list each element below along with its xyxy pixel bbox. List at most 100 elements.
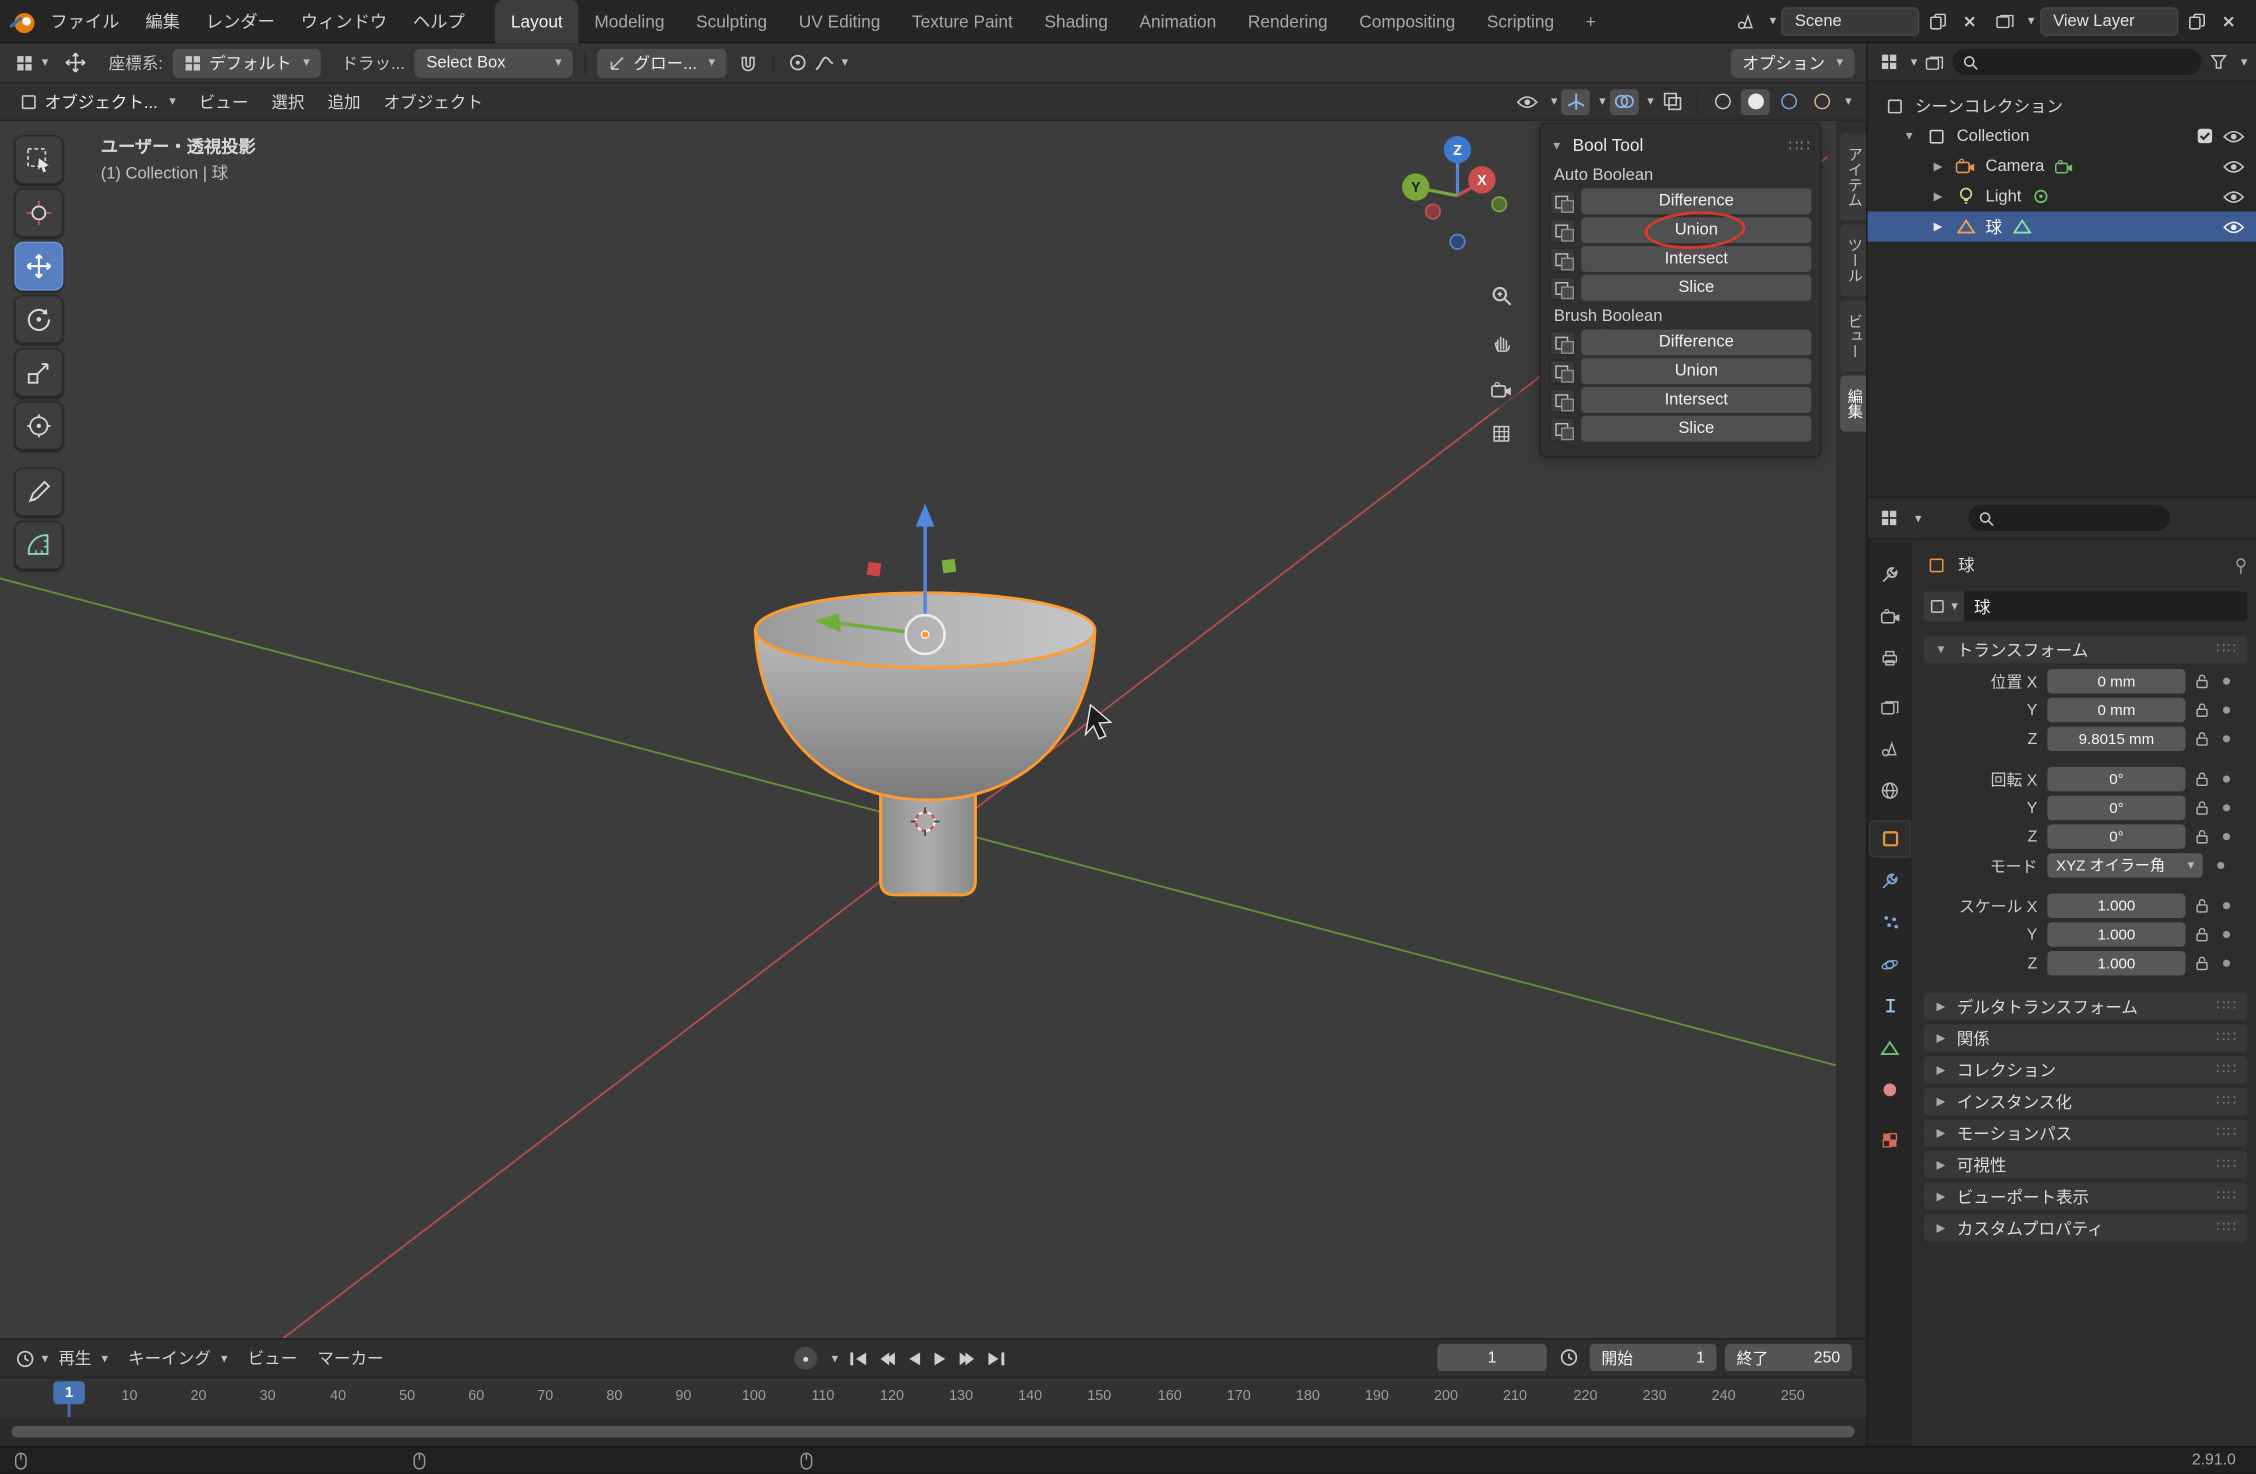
snap-to-dropdown[interactable]: グロー... ▾ bbox=[598, 48, 727, 77]
timeline-view-menu[interactable]: ビュー bbox=[238, 1347, 308, 1370]
collapse-icon[interactable]: ▼ bbox=[1550, 139, 1564, 152]
navigation-gizmo[interactable]: Z Y X bbox=[1402, 136, 1506, 249]
tab-render-properties[interactable] bbox=[1870, 599, 1909, 634]
lock-icon[interactable] bbox=[2196, 955, 2209, 971]
brush-slice-button[interactable]: Slice bbox=[1581, 416, 1811, 442]
outliner-display-mode-icon[interactable] bbox=[1922, 49, 1948, 75]
chevron-down-icon[interactable]: ▾ bbox=[1911, 54, 1918, 70]
tab-particle-properties[interactable] bbox=[1870, 905, 1909, 940]
new-scene-icon[interactable] bbox=[1926, 8, 1952, 34]
hide-eye-icon[interactable] bbox=[2223, 129, 2245, 143]
show-gizmo-toggle[interactable] bbox=[1562, 88, 1591, 114]
sidebar-tab-view[interactable]: ビュー bbox=[1840, 300, 1866, 371]
chevron-down-icon[interactable]: ▾ bbox=[42, 55, 49, 71]
auto-difference-button[interactable]: Difference bbox=[1581, 188, 1811, 214]
tab-output-properties[interactable] bbox=[1870, 640, 1909, 675]
transform-section-header[interactable]: ▼ トランスフォーム ∷∷ bbox=[1924, 636, 2248, 663]
chevron-down-icon[interactable]: ▾ bbox=[2241, 54, 2248, 70]
orientation-dropdown[interactable]: デフォルト ▾ bbox=[173, 48, 321, 77]
scale-x-field[interactable]: 1.000 bbox=[2047, 893, 2185, 917]
exclude-checkbox[interactable] bbox=[2197, 128, 2213, 144]
workspace-tab-rendering[interactable]: Rendering bbox=[1232, 0, 1343, 42]
menu-render[interactable]: レンダー bbox=[193, 0, 288, 42]
horizontal-scrollbar[interactable] bbox=[12, 1426, 1855, 1438]
proportional-editing-icon[interactable] bbox=[786, 50, 812, 76]
frame-end-field[interactable]: 終了 250 bbox=[1725, 1344, 1852, 1371]
section-relations[interactable]: ▶ 関係 ∷∷ bbox=[1924, 1024, 2248, 1051]
shading-solid-button[interactable] bbox=[1742, 88, 1771, 114]
falloff-curve-icon[interactable] bbox=[811, 50, 837, 76]
animate-dot[interactable] bbox=[2223, 931, 2230, 938]
lock-icon[interactable] bbox=[2196, 673, 2209, 689]
tab-physics-properties[interactable] bbox=[1870, 947, 1909, 982]
show-overlays-toggle[interactable] bbox=[1610, 88, 1639, 114]
current-frame-field[interactable]: 1 bbox=[1437, 1344, 1546, 1371]
animate-dot[interactable] bbox=[2223, 960, 2230, 967]
auto-intersect-button[interactable]: Intersect bbox=[1581, 246, 1811, 272]
boolean-difference-icon[interactable] bbox=[1550, 330, 1576, 354]
shading-rendered-button[interactable] bbox=[1808, 88, 1837, 114]
lock-icon[interactable] bbox=[2196, 731, 2209, 747]
animate-dot[interactable] bbox=[2223, 902, 2230, 909]
animate-dot[interactable] bbox=[2223, 833, 2230, 840]
tab-material-properties[interactable] bbox=[1870, 1072, 1909, 1107]
disclosure-icon[interactable]: ▶ bbox=[1931, 190, 1945, 203]
lock-icon[interactable] bbox=[2196, 927, 2209, 943]
visibility-dropdown-icon[interactable] bbox=[1513, 88, 1542, 114]
workspace-tab-sculpting[interactable]: Sculpting bbox=[680, 0, 783, 42]
menu-help[interactable]: ヘルプ bbox=[400, 0, 478, 42]
menu-file[interactable]: ファイル bbox=[37, 0, 132, 42]
lock-icon[interactable] bbox=[2196, 702, 2209, 718]
boolean-slice-icon[interactable] bbox=[1550, 417, 1576, 441]
tool-annotate[interactable] bbox=[14, 468, 63, 517]
section-viewport-display[interactable]: ▶ ビューポート表示 ∷∷ bbox=[1924, 1183, 2248, 1210]
tool-rotate[interactable] bbox=[14, 295, 63, 344]
jump-to-start-button[interactable] bbox=[848, 1350, 867, 1366]
mode-dropdown[interactable]: オブジェクト... ▾ bbox=[9, 87, 188, 116]
xray-toggle[interactable] bbox=[1658, 88, 1687, 114]
menu-window[interactable]: ウィンドウ bbox=[288, 0, 400, 42]
location-z-field[interactable]: 9.8015 mm bbox=[2047, 727, 2185, 751]
panel-grip-icon[interactable]: ∷∷ bbox=[1788, 136, 1811, 155]
tab-object-properties[interactable] bbox=[1870, 822, 1909, 857]
auto-union-button[interactable]: Union bbox=[1581, 217, 1811, 243]
add-workspace-button[interactable]: + bbox=[1570, 0, 1612, 42]
sidebar-tab-item[interactable]: アイテム bbox=[1840, 134, 1866, 220]
delete-view-layer-icon[interactable] bbox=[2216, 8, 2242, 34]
lock-icon[interactable] bbox=[2196, 829, 2209, 845]
tab-modifier-properties[interactable] bbox=[1870, 863, 1909, 898]
workspace-tab-modeling[interactable]: Modeling bbox=[579, 0, 681, 42]
scale-y-field[interactable]: 1.000 bbox=[2047, 922, 2185, 946]
lock-icon[interactable] bbox=[2196, 800, 2209, 816]
rotation-y-field[interactable]: 0° bbox=[2047, 796, 2185, 820]
outliner-search-input[interactable] bbox=[1952, 49, 2202, 75]
options-dropdown[interactable]: オプション ▾ bbox=[1731, 48, 1855, 77]
gizmo-y-plane-handle[interactable] bbox=[942, 559, 957, 574]
workspace-tab-shading[interactable]: Shading bbox=[1029, 0, 1124, 42]
nav-axis-neg-y-ball[interactable] bbox=[1492, 197, 1506, 211]
nav-axis-neg-z-ball[interactable] bbox=[1450, 235, 1464, 249]
object-type-dropdown[interactable]: ▾ bbox=[1924, 591, 1964, 621]
boolean-union-icon[interactable] bbox=[1550, 359, 1576, 383]
menu-view[interactable]: ビュー bbox=[187, 90, 260, 113]
outliner-row-light[interactable]: ▶ Light bbox=[1868, 181, 2256, 211]
workspace-tab-texture-paint[interactable]: Texture Paint bbox=[896, 0, 1028, 42]
chevron-down-icon[interactable]: ▾ bbox=[1770, 13, 1777, 29]
outliner-filter-icon[interactable] bbox=[2206, 49, 2232, 75]
lock-icon[interactable] bbox=[2196, 898, 2209, 914]
playback-menu[interactable]: 再生▾ bbox=[48, 1347, 118, 1370]
play-button[interactable] bbox=[932, 1350, 948, 1366]
keying-menu[interactable]: キーイング▾ bbox=[118, 1347, 237, 1370]
section-motion-paths[interactable]: ▶ モーションパス ∷∷ bbox=[1924, 1119, 2248, 1146]
new-view-layer-icon[interactable] bbox=[2184, 8, 2210, 34]
outliner-row-camera[interactable]: ▶ Camera bbox=[1868, 151, 2256, 181]
frame-start-field[interactable]: 開始 1 bbox=[1590, 1344, 1717, 1371]
menu-edit[interactable]: 編集 bbox=[132, 0, 192, 42]
editor-type-icon[interactable] bbox=[12, 50, 38, 76]
view-layer-name-field[interactable]: View Layer bbox=[2040, 6, 2178, 35]
boolean-intersect-icon[interactable] bbox=[1550, 388, 1576, 412]
tab-view-layer-properties[interactable] bbox=[1870, 689, 1909, 724]
auto-slice-button[interactable]: Slice bbox=[1581, 275, 1811, 301]
pan-hand-button[interactable] bbox=[1482, 322, 1521, 361]
section-visibility[interactable]: ▶ 可視性 ∷∷ bbox=[1924, 1151, 2248, 1178]
